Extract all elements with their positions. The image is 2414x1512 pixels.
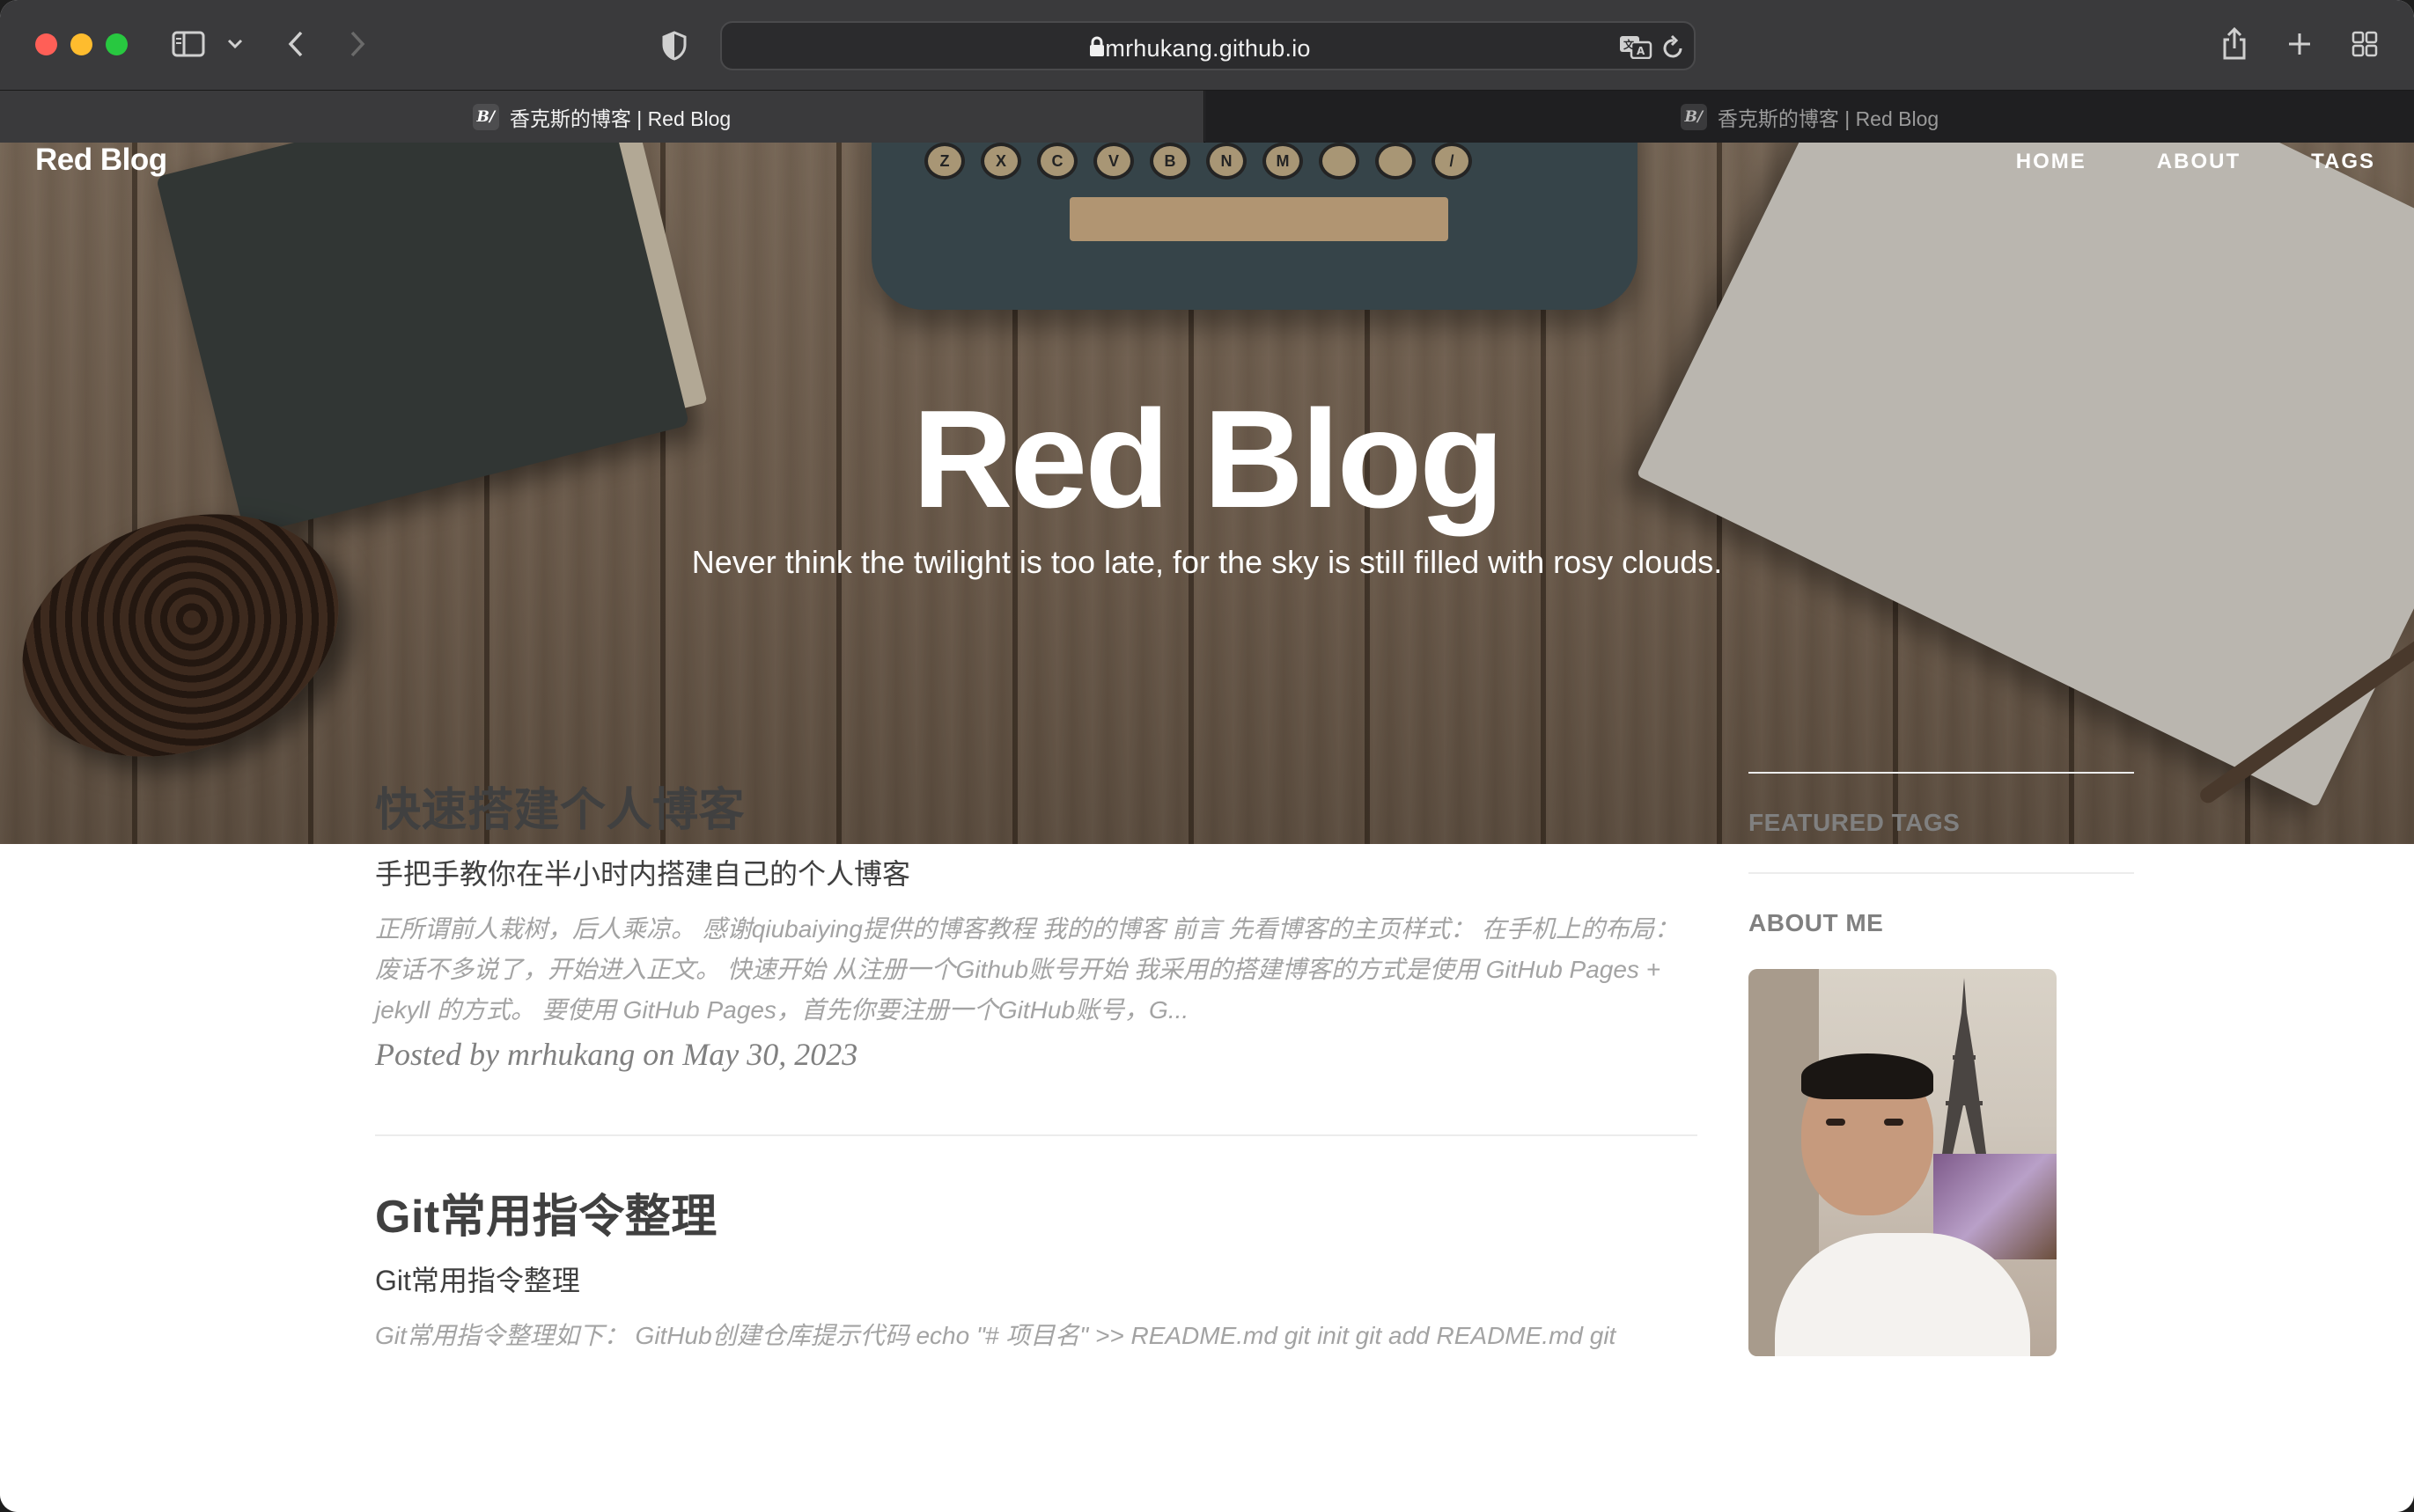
hero-banner: Z X C V B N M / Red Blog HOME ABOUT TAGS [0,143,2414,844]
typewriter-image [872,143,1638,310]
favicon-icon: B/ [1680,104,1707,130]
post-list: 快速搭建个人博客 手把手教你在半小时内搭建自己的个人博客 正所谓前人栽树，后人乘… [375,781,1697,1356]
post-title-link[interactable]: Git常用指令整理 [375,1187,1697,1247]
hero-subtitle: Never think the twilight is too late, fo… [691,544,1723,580]
minimize-window-button[interactable] [70,33,92,55]
tab-title: 香克斯的博客 | Red Blog [1717,107,1939,130]
svg-text:文: 文 [1623,38,1635,51]
typewriter-key: / [1431,143,1472,180]
typewriter-key: Z [924,143,965,180]
sidebar-divider [1748,872,2134,874]
stick-image [2197,621,2414,806]
nav-about-link[interactable]: ABOUT [2157,150,2241,174]
chevron-down-icon[interactable] [225,35,245,53]
post-preview[interactable]: Git常用指令整理 Git常用指令整理 Git常用指令整理如下： GitHub创… [375,1187,1697,1356]
new-tab-icon[interactable] [2285,30,2314,58]
post-excerpt: 正所谓前人栽树，后人乘凉。 感谢qiubaiying提供的博客教程 我的的博客 … [375,915,1679,1024]
featured-tags-heading: FEATURED TAGS [1748,809,1961,836]
lock-icon [1088,35,1106,58]
typewriter-key [1375,143,1416,180]
sidebar-divider [1748,772,2134,774]
sidebar-icon[interactable] [171,29,206,59]
avatar [1748,969,2057,1356]
address-bar[interactable]: mrhukang.github.io 文A [720,21,1696,70]
post-title-link[interactable]: 快速搭建个人博客 [375,781,1697,840]
post-excerpt: Git常用指令整理如下： GitHub创建仓库提示代码 echo "# 项目名"… [375,1322,1616,1349]
typewriter-key: C [1037,143,1078,180]
nav-home-link[interactable]: HOME [2016,150,2086,174]
nav-tags-link[interactable]: TAGS [2311,150,2375,174]
typewriter-key: M [1262,143,1303,180]
forward-icon[interactable] [345,28,370,60]
typewriter-key [1319,143,1359,180]
tab-title: 香克斯的博客 | Red Blog [509,107,732,130]
shield-icon[interactable] [660,30,688,62]
reload-icon[interactable] [1660,33,1687,60]
browser-window: mrhukang.github.io 文A B/ 香克斯的博客 | Red Bl… [0,0,2414,1512]
typewriter-spacebar [1070,197,1448,241]
typewriter-key: V [1093,143,1134,180]
main-nav: HOME ABOUT TAGS [2016,150,2375,174]
typewriter-key: B [1150,143,1190,180]
url-text: mrhukang.github.io [1105,35,1311,62]
post-subtitle[interactable]: Git常用指令整理 [375,1263,1697,1298]
translate-icon[interactable]: 文A [1618,33,1653,60]
browser-toolbar: mrhukang.github.io 文A [0,0,2414,90]
typewriter-key: X [981,143,1021,180]
post-subtitle[interactable]: 手把手教你在半小时内搭建自己的个人博客 [375,856,1697,892]
typewriter-key: N [1206,143,1247,180]
tab-overview-icon[interactable] [2351,30,2379,58]
tab-inactive[interactable]: B/ 香克斯的博客 | Red Blog [1205,91,2414,143]
share-icon[interactable] [2220,26,2248,62]
back-icon[interactable] [283,28,308,60]
post-meta: Posted by mrhukang on May 30, 2023 [375,1037,858,1072]
post-divider [375,1134,1697,1136]
tab-active[interactable]: B/ 香克斯的博客 | Red Blog [0,91,1204,143]
tab-bar: B/ 香克斯的博客 | Red Blog B/ 香克斯的博客 | Red Blo… [0,90,2414,143]
post-preview[interactable]: 快速搭建个人博客 手把手教你在半小时内搭建自己的个人博客 正所谓前人栽树，后人乘… [375,781,1697,1076]
favicon-icon: B/ [472,104,499,130]
svg-text:A: A [1637,45,1645,57]
close-window-button[interactable] [35,33,57,55]
site-brand-link[interactable]: Red Blog [35,143,167,183]
sidebar: FEATURED TAGS ABOUT ME [1748,772,2134,1356]
zoom-window-button[interactable] [106,33,128,55]
hero-title: Red Blog [912,382,1504,537]
about-me-heading: ABOUT ME [1748,909,1884,936]
typewriter-keys: Z X C V B N M / [924,143,1576,180]
